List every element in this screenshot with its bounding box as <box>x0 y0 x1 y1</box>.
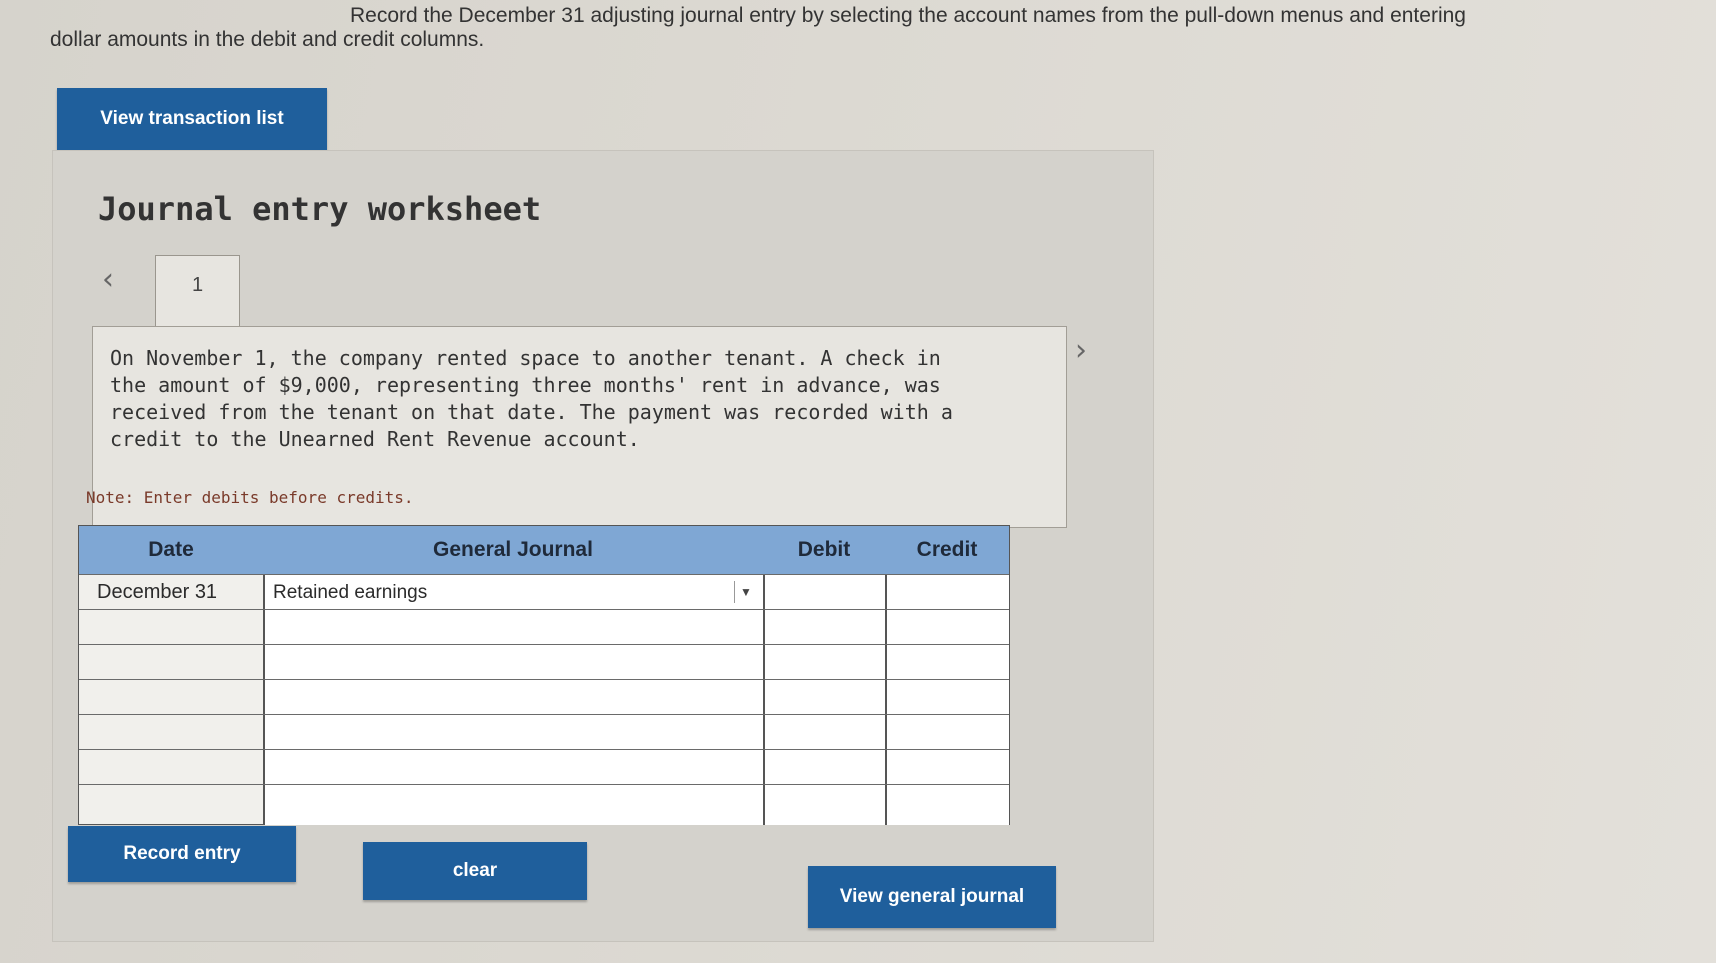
date-cell <box>79 715 263 750</box>
debit-input[interactable] <box>763 645 885 680</box>
credit-input[interactable] <box>885 645 1009 680</box>
instructions: Record the December 31 adjusting journal… <box>50 4 1610 52</box>
date-cell <box>79 680 263 715</box>
chevron-down-icon[interactable]: ▼ <box>734 581 757 603</box>
debit-input[interactable] <box>763 610 885 645</box>
debit-input[interactable] <box>763 750 885 785</box>
date-cell <box>79 610 263 645</box>
table-row <box>79 609 1009 645</box>
account-select[interactable] <box>263 785 763 825</box>
header-date: Date <box>79 526 264 574</box>
debit-input[interactable] <box>763 575 885 610</box>
transaction-description: On November 1, the company rented space … <box>110 346 953 451</box>
debit-input[interactable] <box>763 680 885 715</box>
debit-input[interactable] <box>763 715 885 750</box>
view-general-journal-button[interactable]: View general journal <box>808 866 1056 928</box>
account-select[interactable] <box>263 715 763 750</box>
header-general-journal: General Journal <box>263 526 764 574</box>
view-transaction-list-button[interactable]: View transaction list <box>57 88 327 150</box>
instructions-line-2: dollar amounts in the debit and credit c… <box>50 28 485 51</box>
table-row <box>79 749 1009 785</box>
table-row <box>79 714 1009 750</box>
credit-input[interactable] <box>885 575 1009 610</box>
record-entry-button[interactable]: Record entry <box>68 826 296 882</box>
journal-table: Date General Journal Debit Credit Decemb… <box>78 525 1010 825</box>
note-text: Note: Enter debits before credits. <box>86 488 414 507</box>
instructions-line-1: Record the December 31 adjusting journal… <box>350 4 1466 27</box>
worksheet-title: Journal entry worksheet <box>98 190 542 228</box>
credit-input[interactable] <box>885 750 1009 785</box>
table-row <box>79 644 1009 680</box>
table-row <box>79 679 1009 715</box>
credit-input[interactable] <box>885 610 1009 645</box>
header-credit: Credit <box>885 526 1009 574</box>
chevron-right-icon[interactable]: › <box>1075 333 1087 368</box>
account-select[interactable] <box>263 645 763 680</box>
date-cell <box>79 645 263 680</box>
chevron-left-icon[interactable]: ‹ <box>102 262 114 297</box>
credit-input[interactable] <box>885 715 1009 750</box>
credit-input[interactable] <box>885 680 1009 715</box>
account-select[interactable] <box>263 610 763 645</box>
account-select[interactable] <box>263 750 763 785</box>
credit-input[interactable] <box>885 785 1009 825</box>
account-value: Retained earnings <box>273 581 428 603</box>
tab-1[interactable]: 1 <box>155 255 240 329</box>
date-cell: December 31 <box>97 581 218 603</box>
header-debit: Debit <box>763 526 886 574</box>
account-select[interactable] <box>263 680 763 715</box>
table-row <box>79 784 1009 825</box>
clear-button[interactable]: clear <box>363 842 587 900</box>
account-select[interactable]: Retained earnings ▼ <box>263 575 763 610</box>
date-cell <box>79 785 263 825</box>
date-cell <box>79 750 263 785</box>
debit-input[interactable] <box>763 785 885 825</box>
table-row: December 31 Retained earnings ▼ <box>79 574 1009 610</box>
